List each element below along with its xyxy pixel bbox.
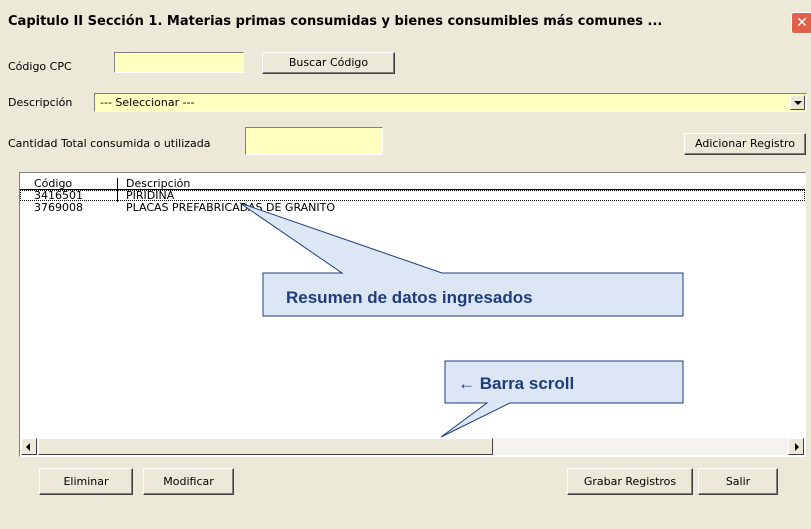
scroll-callout-shape [440,360,684,438]
dialog-window: Capitulo II Sección 1. Materias primas c… [0,0,811,529]
grabar-registros-button[interactable]: Grabar Registros [567,468,693,495]
salir-button[interactable]: Salir [698,468,778,495]
resumen-callout-text: Resumen de datos ingresados [286,288,533,307]
eliminar-button[interactable]: Eliminar [39,468,133,495]
callout-shapes [239,202,684,438]
scroll-callout-text: ← Barra scroll [458,374,575,393]
modificar-button[interactable]: Modificar [143,468,234,495]
